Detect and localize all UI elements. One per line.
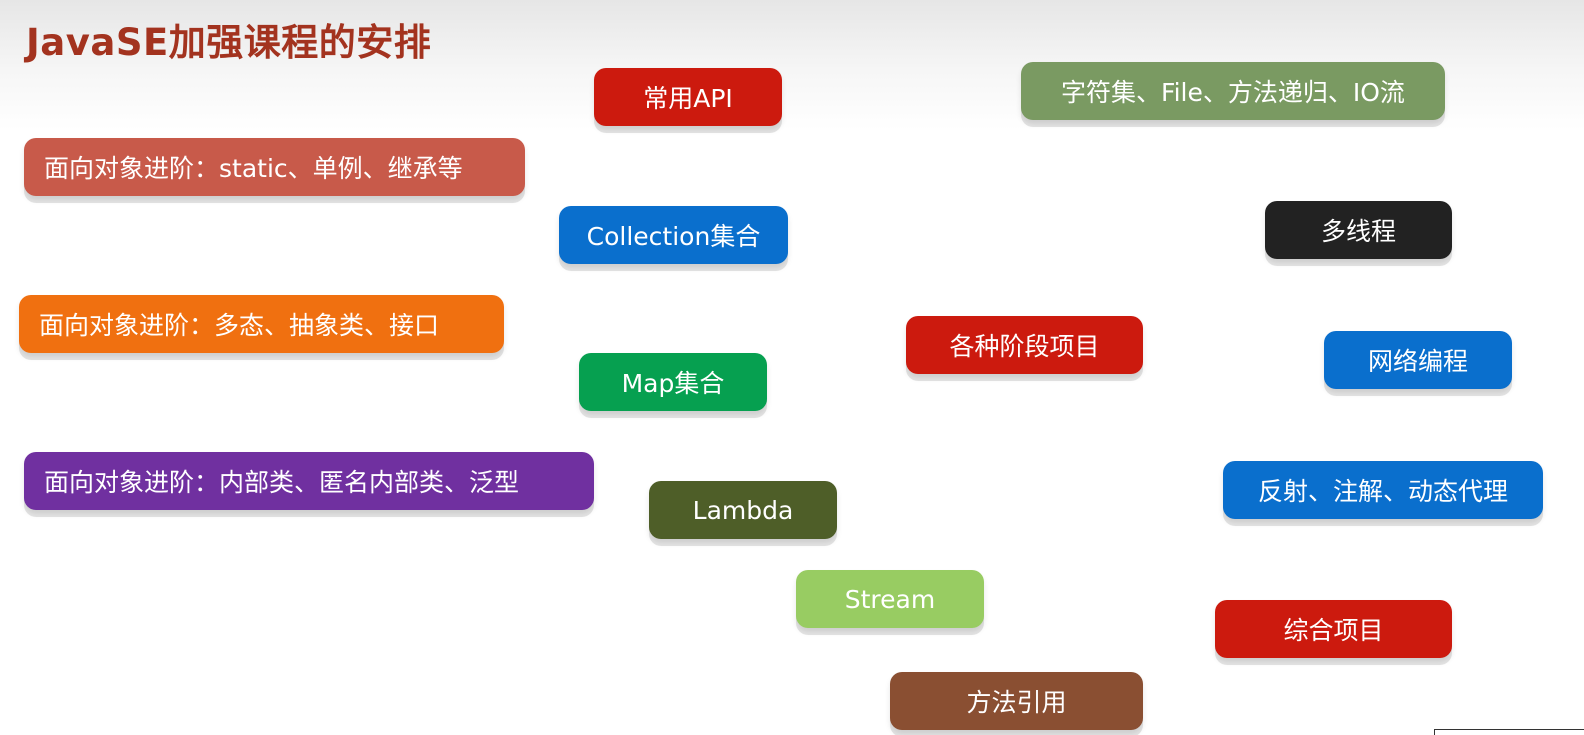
topic-final-project: 综合项目: [1215, 600, 1452, 658]
topic-oop-polymorphism-abstract-interface: 面向对象进阶：多态、抽象类、接口: [19, 295, 504, 353]
topic-stream: Stream: [796, 570, 984, 628]
topic-oop-inner-class-generics: 面向对象进阶：内部类、匿名内部类、泛型: [24, 452, 594, 510]
topic-io-file-recursion: 字符集、File、方法递归、IO流: [1021, 62, 1445, 120]
page-title: JavaSE加强课程的安排: [26, 21, 432, 64]
topic-collection: Collection集合: [559, 206, 788, 264]
topic-lambda: Lambda: [649, 481, 837, 539]
topic-common-api: 常用API: [594, 68, 782, 126]
topic-stage-projects: 各种阶段项目: [906, 316, 1143, 374]
topic-reflection-annotation-proxy: 反射、注解、动态代理: [1223, 461, 1543, 519]
corner-divider: [1434, 729, 1584, 735]
topic-network-programming: 网络编程: [1324, 331, 1512, 389]
topic-multithreading: 多线程: [1265, 201, 1452, 259]
topic-method-reference: 方法引用: [890, 672, 1143, 730]
topic-oop-static-singleton-inheritance: 面向对象进阶：static、单例、继承等: [24, 138, 525, 196]
topic-map: Map集合: [579, 353, 767, 411]
